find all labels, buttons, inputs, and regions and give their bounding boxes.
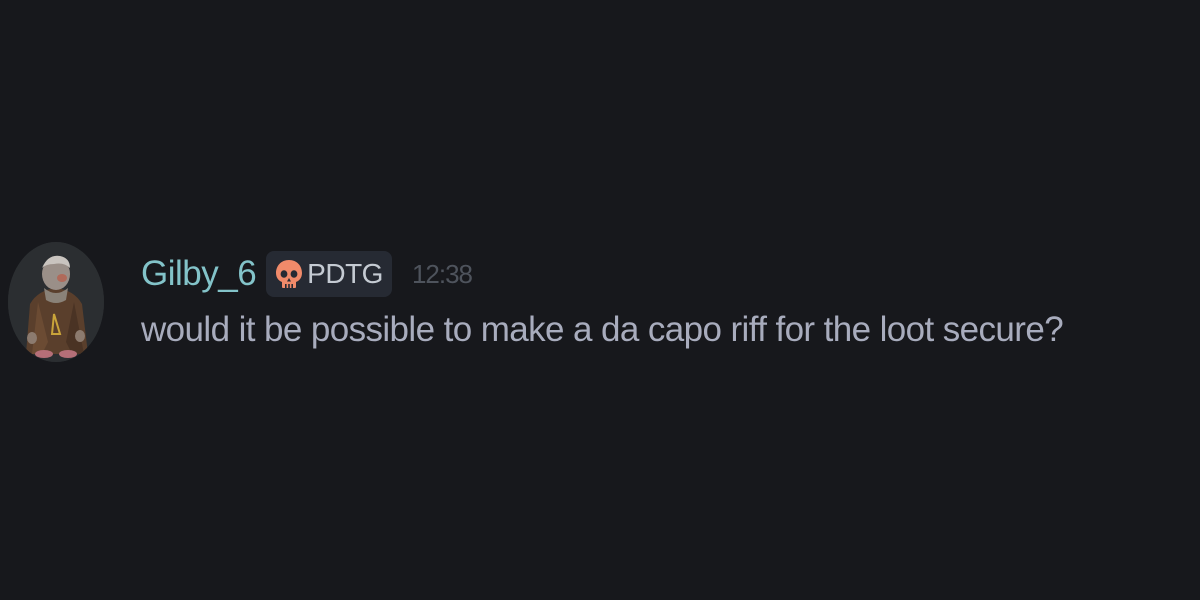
message-text: would it be possible to make a da capo r… [141,310,1064,349]
skull-icon [276,260,303,288]
avatar[interactable] [8,242,104,362]
server-tag[interactable]: PDTG [266,251,392,297]
chat-message: Gilby_6 PDTG 12:38 would it be possible … [8,242,1198,366]
username[interactable]: Gilby_6 [141,254,257,294]
chat-area: Gilby_6 PDTG 12:38 would it be possible … [0,0,1200,600]
server-tag-label: PDTG [307,258,383,289]
message-header: Gilby_6 PDTG 12:38 [141,246,473,302]
timestamp: 12:38 [411,258,473,289]
